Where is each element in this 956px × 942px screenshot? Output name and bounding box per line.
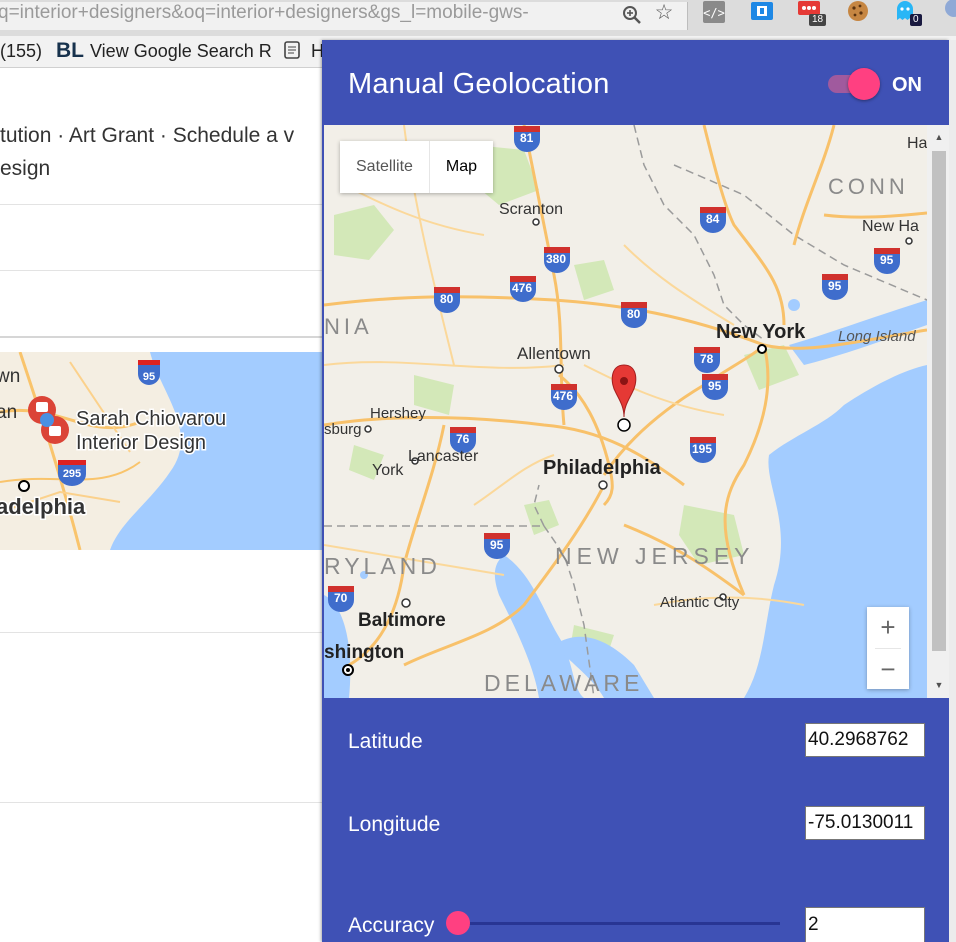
cookie-extension-icon[interactable]: [846, 0, 874, 26]
extension-badge: 18: [809, 14, 827, 26]
map-city-label: adelphia: [0, 494, 86, 519]
zoom-out-button[interactable]: −: [867, 649, 909, 689]
profile-icon[interactable]: [940, 0, 956, 26]
divider: [0, 270, 322, 271]
svg-text:</>: </>: [703, 6, 725, 20]
page-scrollbar[interactable]: [949, 40, 956, 942]
accuracy-slider-track[interactable]: [458, 922, 780, 925]
scroll-up-arrow-icon[interactable]: ▲: [932, 129, 946, 145]
zoom-control: + −: [867, 607, 909, 689]
scrollbar-thumb[interactable]: [932, 151, 946, 651]
map-label: wn: [0, 366, 20, 387]
document-icon: [283, 40, 301, 64]
longitude-label: Longitude: [348, 813, 441, 836]
location-pin-marker[interactable]: [611, 364, 637, 432]
accuracy-label: Accuracy: [348, 914, 435, 937]
scroll-down-arrow-icon[interactable]: ▼: [932, 677, 946, 693]
map-button[interactable]: Map: [428, 141, 493, 193]
bookmark-item[interactable]: BL View Google Search R: [56, 40, 272, 62]
address-bar[interactable]: q=interior+designers&oq=interior+designe…: [0, 2, 688, 30]
bookmark-item[interactable]: (155): [0, 40, 42, 62]
bookmark-item[interactable]: H: [283, 40, 324, 64]
ghost-extension-icon[interactable]: 0: [894, 0, 922, 26]
longitude-input[interactable]: [805, 806, 925, 840]
divider: [0, 336, 322, 338]
map-type-control: Satellite Map: [340, 141, 494, 193]
bookmark-star-icon[interactable]: ☆: [652, 2, 676, 26]
search-result-text: esign: [0, 157, 51, 180]
local-results-map[interactable]: 95 295 wn an Sarah Chiovarou Interior De…: [0, 352, 322, 550]
highway-shield-295: 295: [63, 468, 81, 480]
toggle-knob[interactable]: [848, 68, 880, 100]
popup-title: Manual Geolocation: [348, 68, 610, 100]
browser-toolbar: q=interior+designers&oq=interior+designe…: [0, 0, 956, 36]
extension-badge: 0: [910, 14, 922, 26]
business-label: Interior Design: [76, 432, 206, 454]
map-label: an: [0, 402, 17, 423]
divider: [0, 802, 322, 803]
search-result-links[interactable]: tution · Art Grant · Schedule a v: [0, 124, 294, 148]
business-label: Sarah Chiovarou: [76, 408, 226, 430]
highway-shield-95: 95: [143, 371, 155, 383]
divider: [0, 632, 322, 633]
toggle-label: ON: [892, 74, 922, 96]
zoom-icon[interactable]: [620, 4, 644, 26]
accuracy-input[interactable]: [805, 907, 925, 942]
satellite-button[interactable]: Satellite: [340, 141, 429, 193]
more-extension-icon[interactable]: 18: [797, 0, 827, 26]
manual-geolocation-popup: Manual Geolocation ON 81 84 380 476 80 8…: [322, 40, 949, 942]
accuracy-slider-knob[interactable]: [446, 911, 470, 935]
latitude-label: Latitude: [348, 730, 423, 753]
divider: [0, 204, 322, 205]
reader-extension-icon[interactable]: [750, 0, 778, 26]
location-map[interactable]: 81 84 380 476 80 80 95 95 78 95 476 76 1…: [324, 125, 927, 698]
map-scrollbar[interactable]: ▲ ▼: [927, 125, 949, 698]
address-bar-text: q=interior+designers&oq=interior+designe…: [0, 2, 529, 23]
latitude-input[interactable]: [805, 723, 925, 757]
devtools-extension-icon[interactable]: </>: [702, 0, 730, 26]
bl-logo-icon: BL: [56, 39, 84, 62]
city-dots: [342, 218, 913, 676]
zoom-in-button[interactable]: +: [867, 607, 909, 647]
screen: q=interior+designers&oq=interior+designe…: [0, 0, 956, 942]
